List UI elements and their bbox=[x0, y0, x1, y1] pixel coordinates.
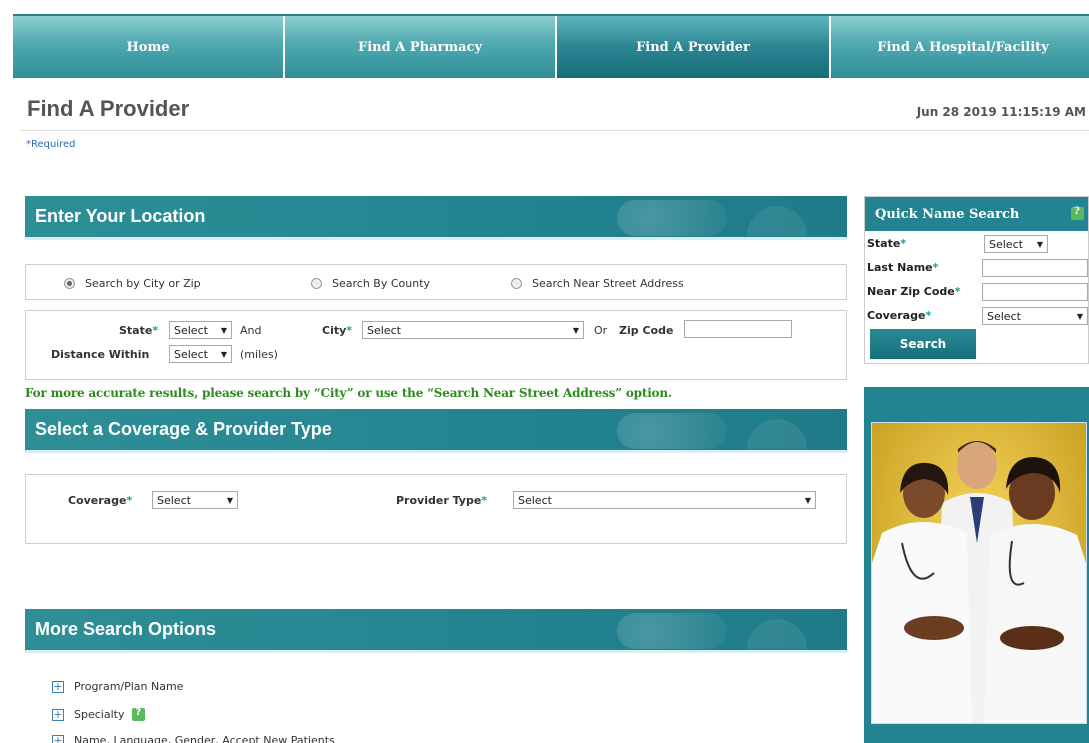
location-fields-box: State* Select ▼ And City* Select ▼ Or Zip … bbox=[25, 310, 847, 380]
option-specialty[interactable]: + Specialty bbox=[52, 707, 146, 721]
qs-last-name-input[interactable] bbox=[982, 259, 1088, 277]
accuracy-note: For more accurate results, please search… bbox=[25, 386, 672, 400]
decorative-graphic bbox=[747, 619, 807, 649]
chevron-down-icon: ▼ bbox=[1076, 311, 1083, 321]
page-frame: Home Find A Pharmacy Find A Provider Fin… bbox=[0, 0, 1089, 743]
coverage-select[interactable]: Select ▼ bbox=[152, 491, 238, 509]
option-label: Name, Language, Gender, Accept New Patie… bbox=[74, 734, 335, 743]
coverage-box: Coverage* Select ▼ Provider Type* Select ▼ bbox=[25, 474, 847, 544]
plus-box-icon[interactable]: + bbox=[52, 708, 64, 721]
doctors-illustration bbox=[872, 423, 1086, 723]
tab-find-a-pharmacy[interactable]: Find A Pharmacy bbox=[285, 16, 557, 78]
help-icon[interactable] bbox=[132, 707, 146, 721]
zip-code-input[interactable] bbox=[684, 320, 792, 338]
coverage-label: Coverage* bbox=[68, 494, 133, 507]
qs-zip-label: Near Zip Code* bbox=[867, 285, 961, 298]
quick-search-button[interactable]: Search bbox=[870, 329, 976, 359]
doctors-photo bbox=[871, 422, 1087, 724]
qs-zip-input[interactable] bbox=[982, 283, 1088, 301]
qs-last-name-label: Last Name* bbox=[867, 261, 939, 274]
city-label: City* bbox=[322, 324, 353, 337]
state-label: State* bbox=[119, 324, 159, 337]
chevron-down-icon: ▼ bbox=[1036, 239, 1043, 249]
qs-state-label: State* bbox=[867, 237, 907, 250]
state-select[interactable]: Select ▼ bbox=[169, 321, 232, 339]
plus-box-icon[interactable]: + bbox=[52, 734, 64, 743]
divider bbox=[20, 130, 1089, 131]
tab-find-a-provider[interactable]: Find A Provider bbox=[557, 16, 831, 78]
option-label: Specialty bbox=[74, 708, 125, 721]
city-select[interactable]: Select ▼ bbox=[362, 321, 584, 339]
radio-selected-icon[interactable] bbox=[64, 278, 75, 289]
distance-select[interactable]: Select ▼ bbox=[169, 345, 232, 363]
option-label: Program/Plan Name bbox=[74, 680, 184, 693]
plus-box-icon[interactable]: + bbox=[52, 680, 64, 693]
quick-search-title: Quick Name Search bbox=[875, 206, 1020, 222]
tab-find-a-hospital-facility[interactable]: Find A Hospital/Facility bbox=[831, 16, 1089, 78]
decorative-graphic bbox=[617, 613, 727, 649]
qs-coverage-label: Coverage* bbox=[867, 309, 932, 322]
zip-label: Zip Code bbox=[619, 324, 674, 337]
section-title: Select a Coverage & Provider Type bbox=[35, 419, 332, 439]
top-navigation: Home Find A Pharmacy Find A Provider Fin… bbox=[13, 14, 1089, 78]
option-name-language-gender[interactable]: + Name, Language, Gender, Accept New Pat… bbox=[52, 734, 335, 743]
miles-text: (miles) bbox=[240, 348, 278, 361]
chevron-down-icon: ▼ bbox=[572, 325, 579, 335]
radio-label: Search by City or Zip bbox=[85, 277, 201, 290]
qs-coverage-select[interactable]: Select ▼ bbox=[982, 307, 1088, 325]
required-note: *Required bbox=[26, 139, 76, 150]
section-header-coverage: Select a Coverage & Provider Type bbox=[25, 409, 847, 453]
or-text: Or bbox=[594, 324, 608, 337]
quick-name-search-panel: Quick Name Search State* Select▼ Last Na… bbox=[864, 196, 1089, 364]
radio-label: Search Near Street Address bbox=[532, 277, 684, 290]
page-title: Find A Provider bbox=[27, 96, 190, 121]
section-header-location: Enter Your Location bbox=[25, 196, 847, 240]
chevron-down-icon: ▼ bbox=[220, 325, 227, 335]
chevron-down-icon: ▼ bbox=[220, 349, 227, 359]
help-icon[interactable] bbox=[1071, 206, 1084, 220]
qs-state-select[interactable]: Select ▼ bbox=[984, 235, 1048, 253]
search-mode-box: Search by City or Zip Search By County S… bbox=[25, 264, 847, 300]
decorative-graphic bbox=[617, 200, 727, 236]
radio-street-address[interactable]: Search Near Street Address bbox=[511, 277, 684, 290]
decorative-graphic bbox=[617, 413, 727, 449]
option-program-plan-name[interactable]: + Program/Plan Name bbox=[52, 680, 183, 693]
radio-icon[interactable] bbox=[511, 278, 522, 289]
radio-county[interactable]: Search By County bbox=[311, 277, 430, 290]
and-text: And bbox=[240, 324, 262, 337]
provider-type-label: Provider Type* bbox=[396, 494, 488, 507]
decorative-graphic bbox=[747, 419, 807, 449]
chevron-down-icon: ▼ bbox=[226, 495, 233, 505]
section-header-more-options: More Search Options bbox=[25, 609, 847, 653]
section-title: More Search Options bbox=[35, 619, 217, 639]
timestamp: Jun 28 2019 11:15:19 AM bbox=[916, 105, 1086, 119]
chevron-down-icon: ▼ bbox=[804, 495, 811, 505]
tab-home[interactable]: Home bbox=[13, 16, 285, 78]
quick-search-header: Quick Name Search bbox=[865, 197, 1088, 231]
radio-city-zip[interactable]: Search by City or Zip bbox=[64, 277, 201, 290]
radio-icon[interactable] bbox=[311, 278, 322, 289]
decorative-graphic bbox=[747, 206, 807, 236]
radio-label: Search By County bbox=[332, 277, 431, 290]
provider-type-select[interactable]: Select ▼ bbox=[513, 491, 816, 509]
section-title: Enter Your Location bbox=[35, 206, 206, 226]
distance-label: Distance Within bbox=[51, 348, 150, 361]
